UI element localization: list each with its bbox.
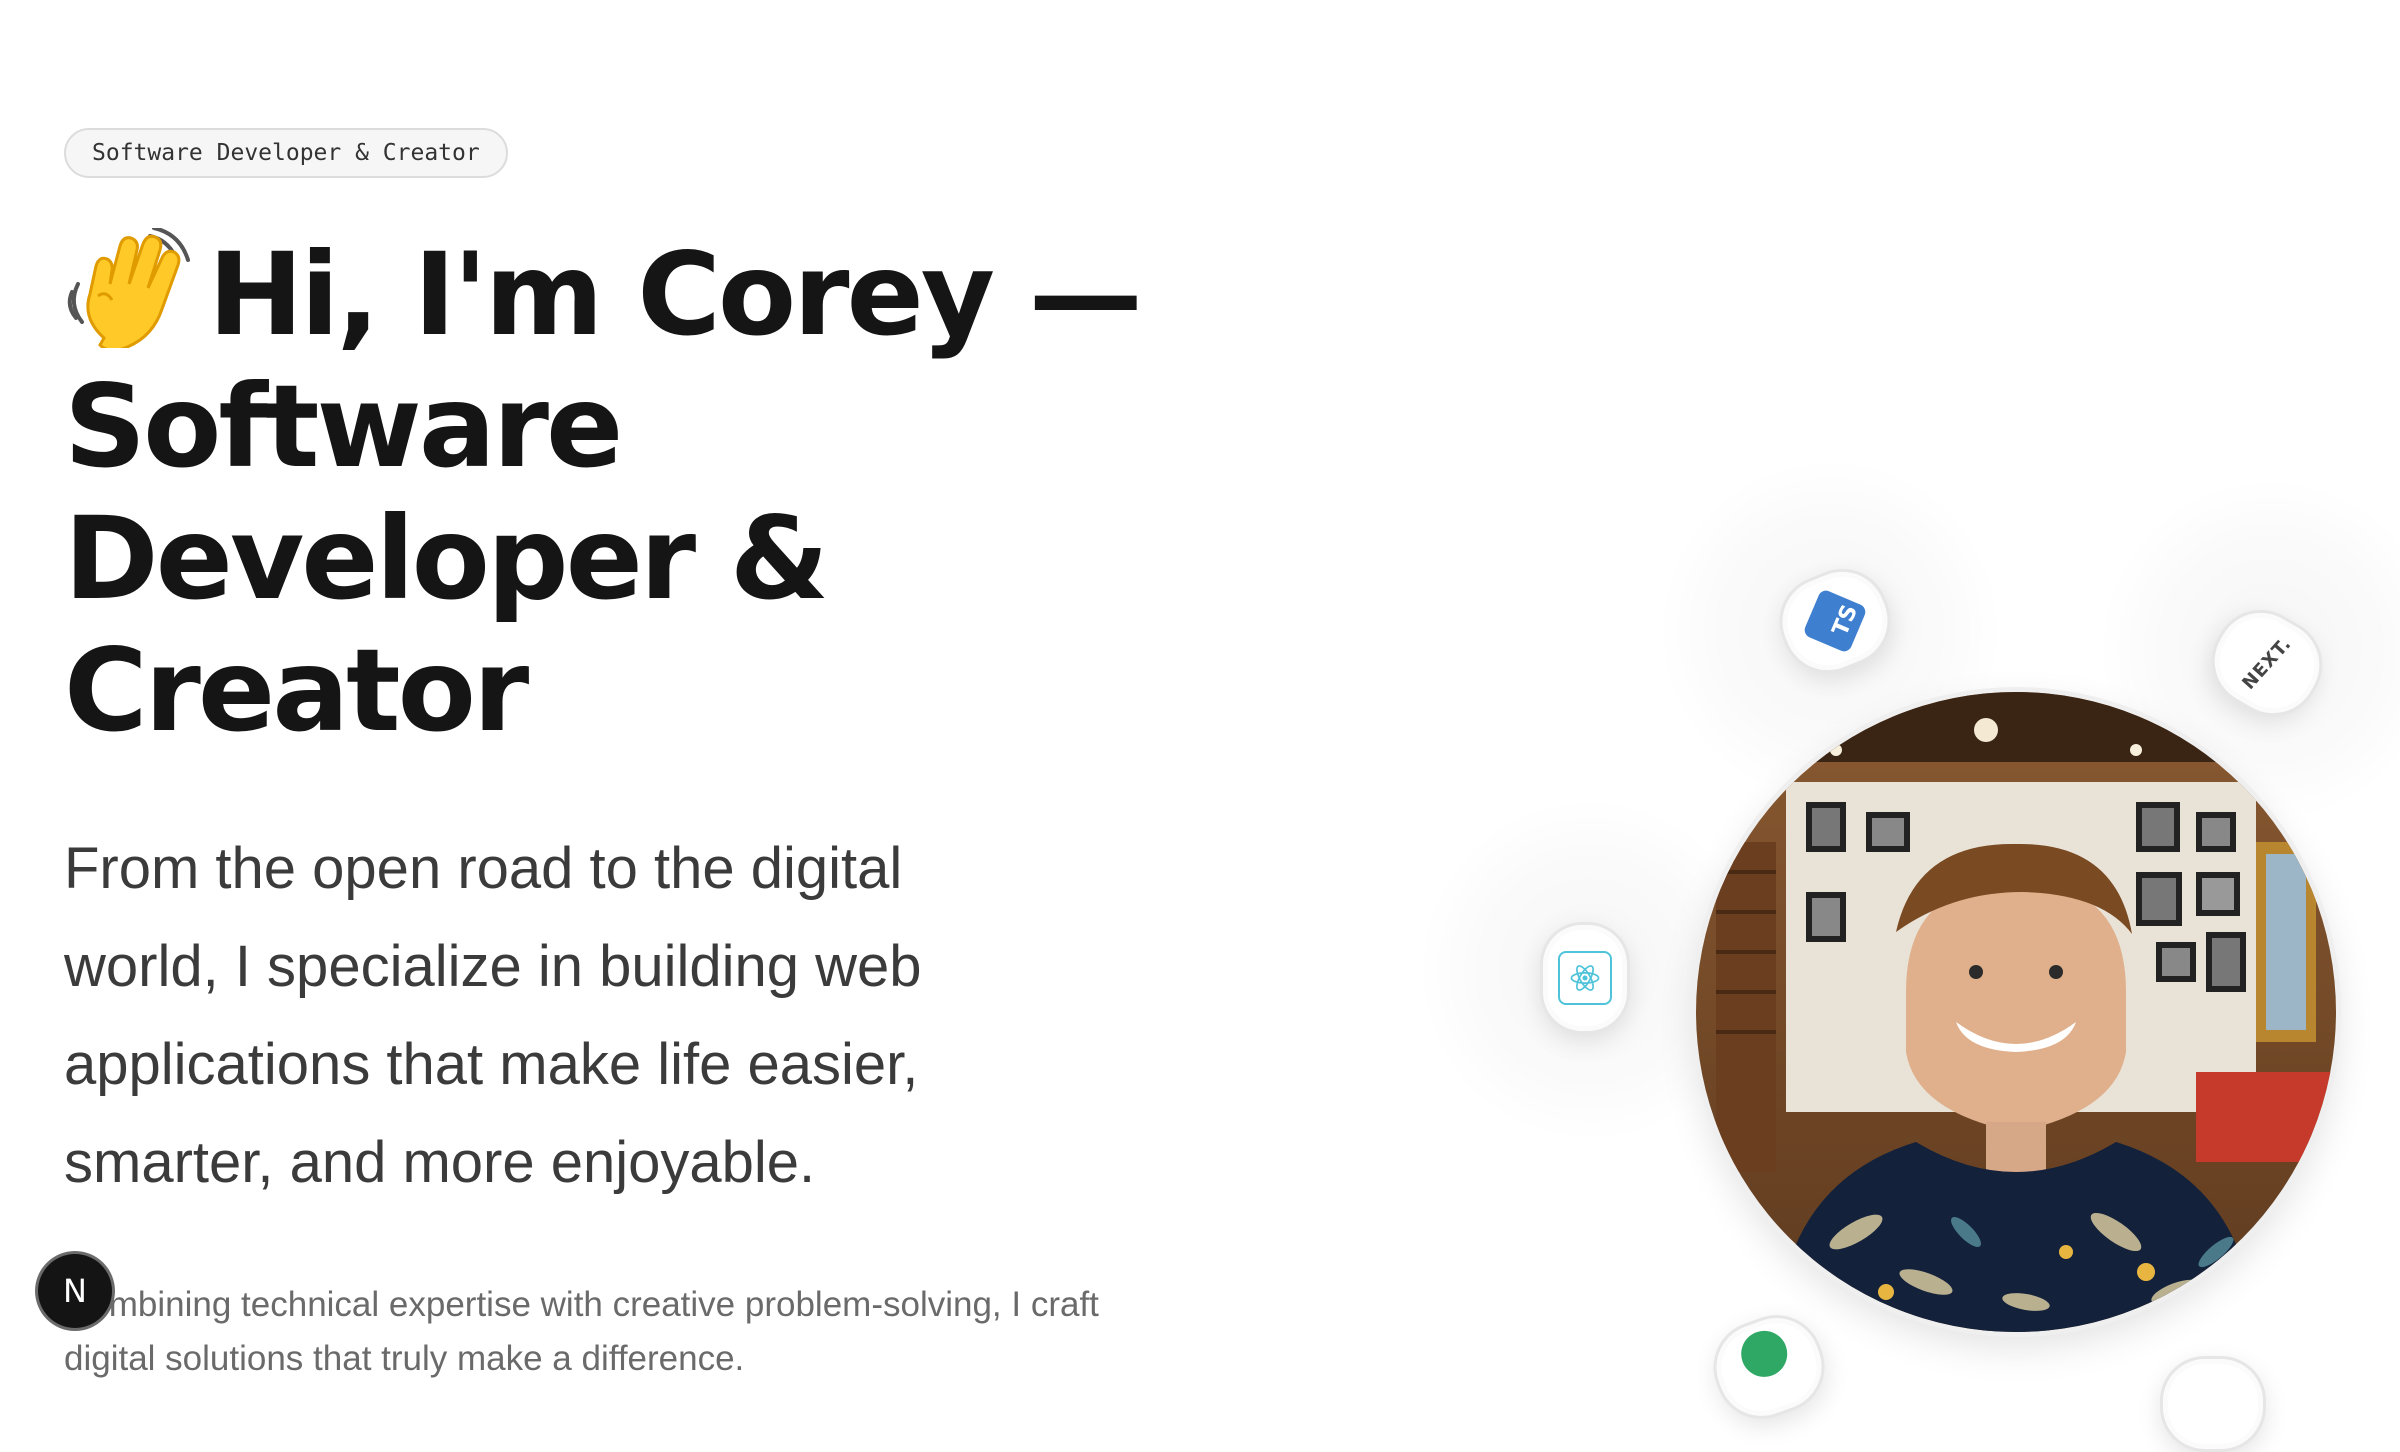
green-tech-icon: [1734, 1324, 1794, 1384]
react-chip: [1540, 922, 1630, 1034]
supporting-paragraph: Combining technical expertise with creat…: [64, 1285, 1099, 1378]
react-icon: [1570, 965, 1600, 991]
profile-photo: [1696, 692, 2336, 1332]
waving-hand-icon: [64, 226, 194, 352]
tech-chip-partial: [1700, 1302, 1838, 1432]
hero-headline: Hi, I'm Corey — Software Developer & Cre…: [64, 226, 1143, 757]
intro-paragraph: From the open road to the digital world,…: [64, 836, 922, 1195]
typescript-icon: TS: [1802, 588, 1868, 654]
role-tag: Software Developer & Creator: [64, 128, 508, 178]
tech-chip-partial: [2160, 1356, 2266, 1452]
nextjs-dev-badge[interactable]: N: [38, 1254, 112, 1328]
nextjs-icon: NEXT.: [2238, 632, 2296, 694]
